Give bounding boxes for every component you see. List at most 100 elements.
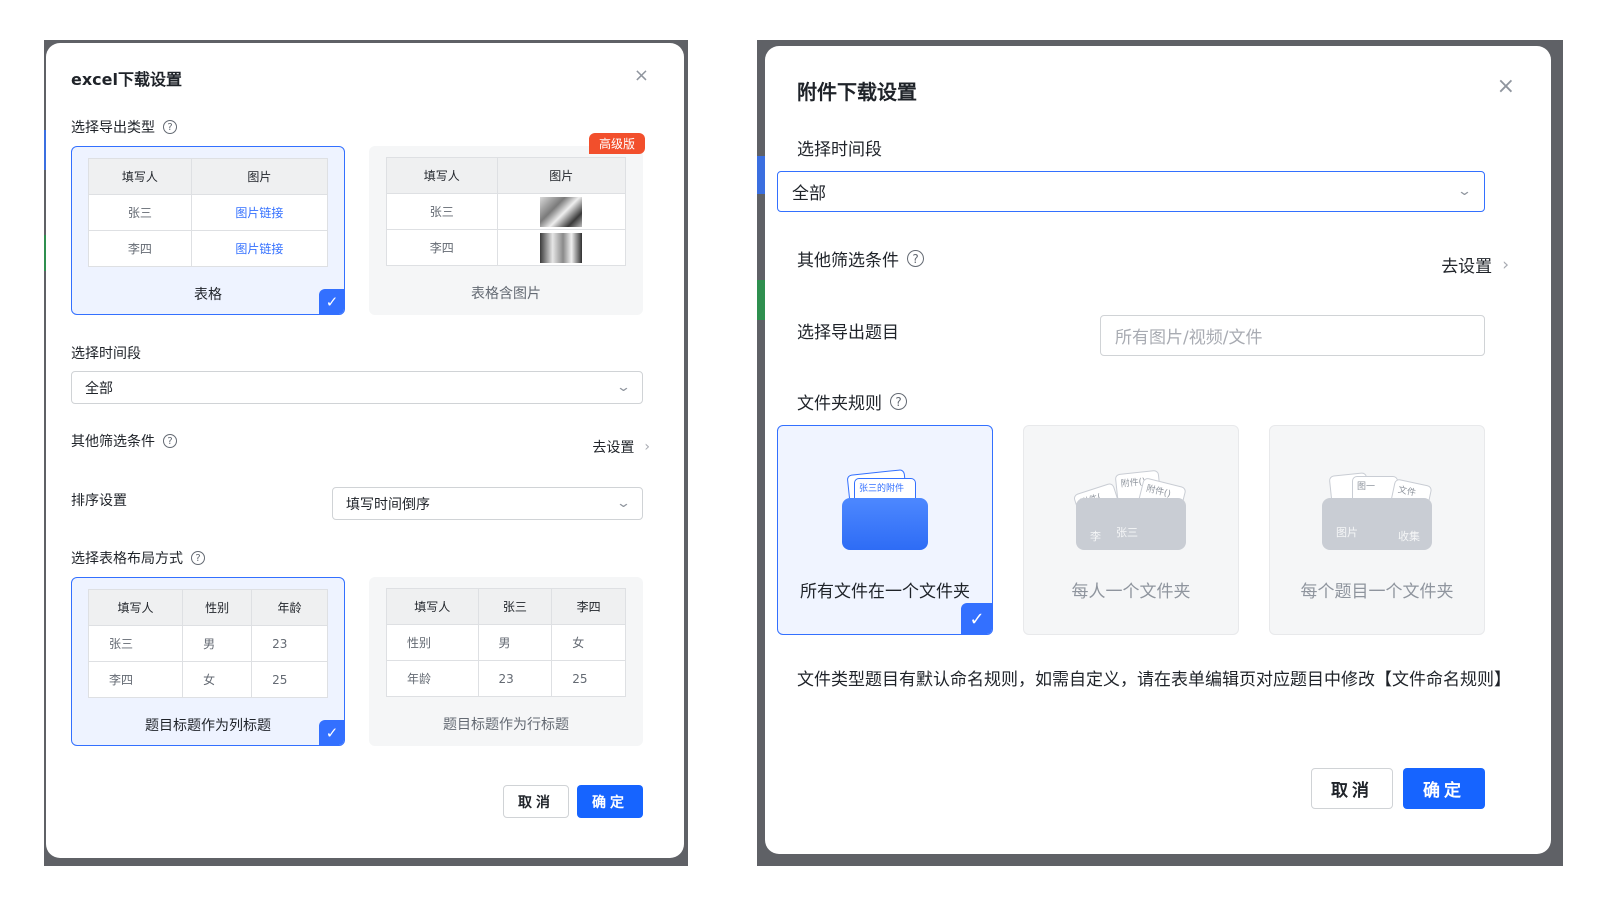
help-icon[interactable]: ? (890, 393, 907, 410)
preview-table: 填写人 图片 张三 李四 (386, 157, 627, 266)
folder-body: 李 张三 (1076, 498, 1186, 550)
layout-option-column-titles[interactable]: 填写人 性别 年龄 张三 男 23 李四 女 25 题目标题作为列标题 ✓ (71, 577, 345, 746)
dialog-title: excel下载设置 (71, 70, 182, 89)
folder-body (842, 498, 928, 550)
folder-label: 图片 (1336, 526, 1358, 539)
table-header: 图片 (190, 158, 329, 195)
table-cell-link: 图片链接 (190, 194, 329, 231)
table-header: 填写人 (87, 589, 184, 626)
export-type-option-table-with-images[interactable]: 高级版 填写人 图片 张三 李四 表格含图片 (369, 133, 645, 315)
sort-select[interactable]: 填写时间倒序 ⌄ (332, 487, 643, 520)
backdrop-strip (757, 156, 765, 194)
time-range-select[interactable]: 全部 ⌄ (777, 171, 1485, 212)
option-caption: 表格 (194, 287, 222, 303)
time-range-value: 全部 (792, 184, 826, 204)
backdrop-strip (757, 280, 765, 320)
time-range-select[interactable]: 全部 ⌄ (71, 371, 643, 404)
option-caption: 所有文件在一个文件夹 (800, 582, 970, 602)
table-header: 李四 (551, 588, 626, 625)
cancel-button[interactable]: 取消 (503, 785, 569, 818)
filters-label: 其他筛选条件 ? (797, 246, 924, 271)
close-icon[interactable]: × (634, 67, 649, 85)
export-type-label: 选择导出类型 ? (71, 117, 177, 137)
folder-body: 图片 收集 (1322, 498, 1432, 550)
table-header: 填写人 (386, 588, 479, 625)
excel-download-dialog: excel下载设置 × 选择导出类型 ? 填写人 图片 张三 图片链接 李四 图… (46, 43, 684, 858)
close-icon[interactable]: × (1497, 76, 1515, 98)
option-caption: 题目标题作为行标题 (443, 717, 569, 733)
photo-thumbnail (540, 232, 583, 263)
filters-label-text: 其他筛选条件 (797, 251, 899, 271)
settings-link-label: 去设置 (592, 440, 635, 456)
table-cell-link: 图片链接 (190, 230, 329, 267)
photo-thumbnail (540, 196, 583, 227)
chevron-down-icon: ⌄ (615, 496, 632, 511)
table-cell: 李四 (87, 661, 184, 698)
table-header: 性别 (182, 589, 253, 626)
folder-option-per-person[interactable]: 附件( 附件() 附件() 李 张三 每人一个文件夹 (1023, 425, 1239, 635)
attachment-download-dialog: 附件下载设置 × 选择时间段 全部 ⌄ 其他筛选条件 ? 去设置 › 选择导出题… (765, 46, 1551, 854)
folder-option-single[interactable]: 张三的附件 所有文件在一个文件夹 ✓ (777, 425, 993, 635)
cancel-button[interactable]: 取消 (1311, 768, 1393, 809)
table-cell: 女 (182, 661, 253, 698)
table-cell: 25 (551, 660, 626, 697)
questions-placeholder: 所有图片/视频/文件 (1115, 328, 1263, 348)
table-cell: 25 (251, 661, 328, 698)
filters-settings-link[interactable]: 去设置 › (592, 437, 650, 457)
confirm-button[interactable]: 确定 (577, 785, 643, 818)
settings-link-label: 去设置 (1441, 257, 1493, 277)
table-cell: 张三 (87, 625, 184, 662)
layout-label: 选择表格布局方式 ? (71, 548, 205, 568)
table-cell: 年龄 (386, 660, 479, 697)
option-caption: 表格含图片 (471, 286, 541, 302)
option-caption: 题目标题作为列标题 (145, 718, 271, 734)
folder-icon: 张三的附件 (842, 468, 928, 550)
table-cell: 张三 (88, 194, 192, 231)
table-header: 年龄 (251, 589, 328, 626)
folder-rule-label: 文件夹规则 ? (797, 389, 907, 414)
help-icon[interactable]: ? (907, 250, 924, 267)
chevron-right-icon: › (1502, 254, 1509, 275)
table-header: 填写人 (88, 158, 192, 195)
table-header: 填写人 (386, 157, 498, 194)
folder-label: 收集 (1398, 530, 1420, 543)
layout-label-text: 选择表格布局方式 (71, 551, 183, 567)
help-icon[interactable]: ? (163, 434, 177, 448)
folder-rule-label-text: 文件夹规则 (797, 394, 882, 414)
filters-label-text: 其他筛选条件 (71, 434, 155, 450)
confirm-button[interactable]: 确定 (1403, 768, 1485, 809)
check-icon: ✓ (319, 720, 344, 745)
table-cell: 性别 (386, 624, 479, 661)
table-cell: 李四 (88, 230, 192, 267)
option-caption: 每个题目一个文件夹 (1300, 582, 1454, 602)
check-icon: ✓ (961, 603, 992, 634)
help-icon[interactable]: ? (163, 120, 177, 134)
help-icon[interactable]: ? (191, 551, 205, 565)
sort-label: 排序设置 (71, 493, 127, 509)
table-cell: 女 (551, 624, 626, 661)
folder-label: 张三 (1116, 526, 1138, 539)
folder-icon: 附件( 附件() 附件() 李 张三 (1072, 468, 1187, 550)
layout-option-row-titles[interactable]: 填写人 张三 李四 性别 男 女 年龄 23 25 题目标题作为行标题 (369, 577, 643, 746)
filters-settings-link[interactable]: 去设置 › (1441, 252, 1509, 278)
folder-icon: 图一 文件 图片 收集 (1322, 468, 1433, 550)
table-cell (496, 229, 627, 266)
table-header: 张三 (477, 588, 553, 625)
export-type-option-table[interactable]: 填写人 图片 张三 图片链接 李四 图片链接 表格 ✓ (71, 146, 345, 315)
chevron-down-icon: ⌄ (615, 380, 632, 395)
preview-table: 填写人 性别 年龄 张三 男 23 李四 女 25 (87, 589, 328, 698)
dialog-title: 附件下载设置 (797, 80, 917, 104)
questions-select[interactable]: 所有图片/视频/文件 (1100, 315, 1485, 356)
time-range-label: 选择时间段 (71, 346, 141, 362)
preview-table: 填写人 张三 李四 性别 男 女 年龄 23 25 (386, 588, 626, 697)
time-range-value: 全部 (85, 380, 113, 397)
chevron-right-icon: › (644, 439, 650, 455)
folder-option-per-question[interactable]: 图一 文件 图片 收集 每个题目一个文件夹 (1269, 425, 1485, 635)
naming-rule-note: 文件类型题目有默认命名规则，如需自定义，请在表单编辑页对应题目中修改【文件命名规… (797, 670, 1511, 690)
questions-label: 选择导出题目 (797, 323, 899, 343)
export-type-label-text: 选择导出类型 (71, 120, 155, 136)
table-cell: 男 (477, 624, 553, 661)
table-cell: 23 (477, 660, 553, 697)
option-caption: 每人一个文件夹 (1071, 582, 1191, 602)
check-icon: ✓ (319, 289, 344, 314)
